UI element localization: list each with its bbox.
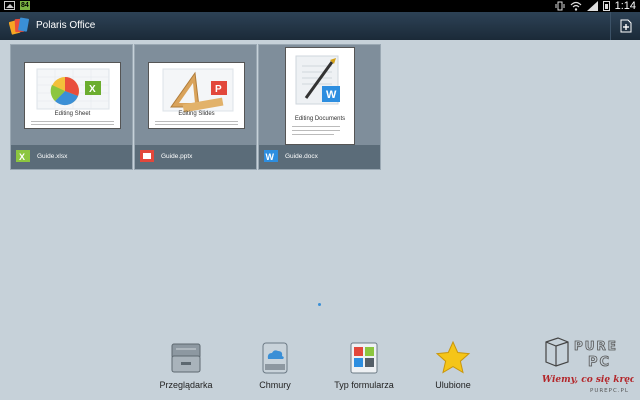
status-bar: 84 1:14 (0, 0, 640, 12)
dock-form-type-button[interactable]: Typ formularza (319, 340, 409, 392)
word-icon: W (264, 150, 278, 162)
polaris-logo-icon (9, 17, 29, 35)
signal-icon (586, 1, 598, 11)
thumbnail-title: Editing Sheet (54, 111, 91, 117)
document-illustration: W (295, 55, 340, 105)
wifi-icon (570, 1, 582, 11)
thumbnail-text-line (155, 121, 238, 122)
cloud-icon (262, 342, 288, 374)
thumbnail-title: Editing Slides (178, 111, 215, 117)
document-thumbnail: W Editing Documents (285, 47, 355, 145)
purepc-logo: PURE PC Wiemy, co się kręci! PUREPC.PL (542, 337, 640, 394)
notification-badge-icon: 84 (20, 1, 30, 10)
dock-label: Przeglądarka (159, 380, 213, 390)
thumbnail-text-line (31, 124, 114, 125)
image-icon (4, 1, 15, 10)
document-file-name: Guide.docx (285, 153, 318, 160)
svg-text:PC: PC (588, 355, 611, 370)
svg-text:PURE: PURE (574, 339, 618, 353)
powerpoint-icon (140, 150, 154, 162)
svg-text:PUREPC.PL: PUREPC.PL (590, 388, 629, 394)
excel-icon: X (16, 150, 30, 162)
app-title: Polaris Office (36, 20, 96, 31)
spreadsheet-illustration: X (36, 68, 110, 110)
dock-label: Chmury (259, 380, 291, 390)
svg-text:X: X (19, 152, 25, 162)
form-type-icon (350, 342, 378, 374)
new-document-button[interactable] (610, 12, 640, 40)
page-indicator (318, 303, 321, 306)
thumbnail-title: Editing Documents (294, 116, 346, 122)
document-file-name: Guide.xlsx (37, 153, 68, 160)
thumbnail-text-line (292, 134, 334, 135)
star-icon (435, 340, 471, 374)
document-file-name: Guide.pptx (161, 153, 193, 160)
dock-label: Typ formularza (334, 380, 394, 390)
document-footer: Guide.pptx (135, 145, 256, 169)
svg-text:W: W (326, 89, 337, 101)
action-bar: Polaris Office (0, 12, 640, 40)
purepc-watermark: PURE PC Wiemy, co się kręci! PUREPC.PL (538, 334, 640, 396)
dock-browser-button[interactable]: Przeglądarka (141, 340, 231, 392)
document-footer: X Guide.xlsx (11, 145, 132, 169)
svg-text:P: P (215, 84, 222, 95)
thumbnail-text-line (292, 126, 340, 127)
vibrate-icon (555, 1, 565, 11)
document-tile-pptx[interactable]: P Editing Slides Guide.pptx (134, 44, 257, 170)
thumbnail-text-line (292, 130, 340, 131)
document-footer: W Guide.docx (259, 145, 380, 169)
document-tile-docx[interactable]: W Editing Documents W Guide.docx (258, 44, 381, 170)
battery-icon (602, 1, 610, 11)
dock-cloud-button[interactable]: Chmury (230, 340, 320, 392)
dock-favorites-button[interactable]: Ulubione (408, 340, 498, 392)
document-thumbnail: P Editing Slides (148, 62, 245, 129)
thumbnail-text-line (155, 124, 238, 125)
dock-label: Ulubione (435, 380, 471, 390)
file-browser-icon (171, 343, 201, 373)
thumbnail-text-line (31, 121, 114, 122)
svg-text:W: W (266, 152, 275, 162)
svg-text:X: X (89, 84, 96, 95)
document-tile-xlsx[interactable]: X Editing Sheet X Guide.xlsx (10, 44, 133, 170)
svg-text:Wiemy, co się kręci!: Wiemy, co się kręci! (542, 375, 634, 385)
slides-illustration: P (162, 68, 234, 113)
clock: 1:14 (614, 0, 636, 12)
new-document-icon (620, 19, 631, 33)
document-thumbnail: X Editing Sheet (24, 62, 121, 129)
